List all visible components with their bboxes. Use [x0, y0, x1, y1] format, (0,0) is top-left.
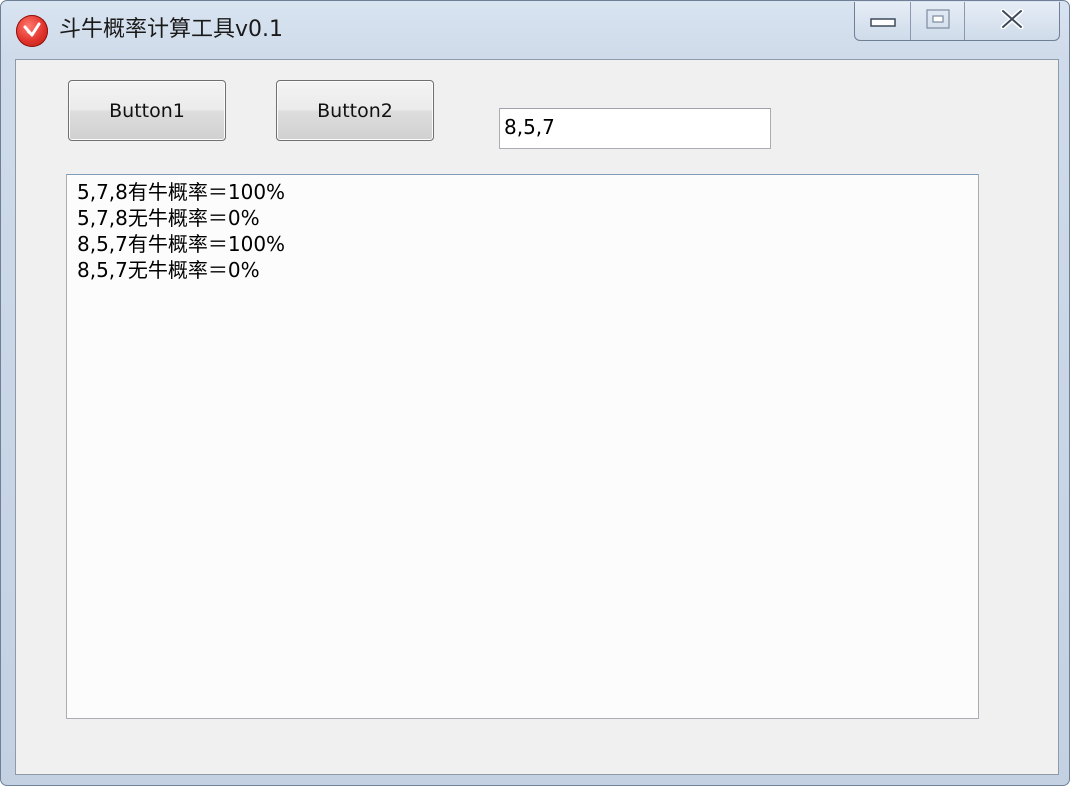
result-line: 8,5,7无牛概率＝0%	[77, 258, 260, 282]
close-icon	[999, 8, 1025, 33]
result-line: 8,5,7有牛概率＝100%	[77, 232, 286, 256]
close-button[interactable]	[965, 2, 1059, 40]
button1[interactable]: Button1	[68, 80, 226, 141]
minimize-icon	[869, 12, 896, 31]
title-bar[interactable]: 斗牛概率计算工具v0.1	[1, 1, 1069, 59]
app-window: 斗牛概率计算工具v0.1 Button1 Button2 8,5,7 5,7,8…	[0, 0, 1070, 786]
button2[interactable]: Button2	[276, 80, 434, 141]
client-area: Button1 Button2 8,5,7 5,7,8有牛概率＝100% 5,7…	[15, 59, 1059, 775]
caption-buttons	[854, 2, 1060, 41]
window-title: 斗牛概率计算工具v0.1	[59, 17, 284, 42]
app-logo-icon[interactable]	[16, 15, 48, 47]
result-line: 5,7,8有牛概率＝100%	[77, 180, 286, 204]
result-line: 5,7,8无牛概率＝0%	[77, 206, 260, 230]
maximize-icon	[925, 9, 950, 33]
maximize-button[interactable]	[911, 2, 965, 40]
result-textarea[interactable]: 5,7,8有牛概率＝100% 5,7,8无牛概率＝0% 8,5,7有牛概率＝10…	[66, 174, 979, 719]
minimize-button[interactable]	[855, 2, 911, 40]
cards-input[interactable]: 8,5,7	[499, 108, 771, 149]
